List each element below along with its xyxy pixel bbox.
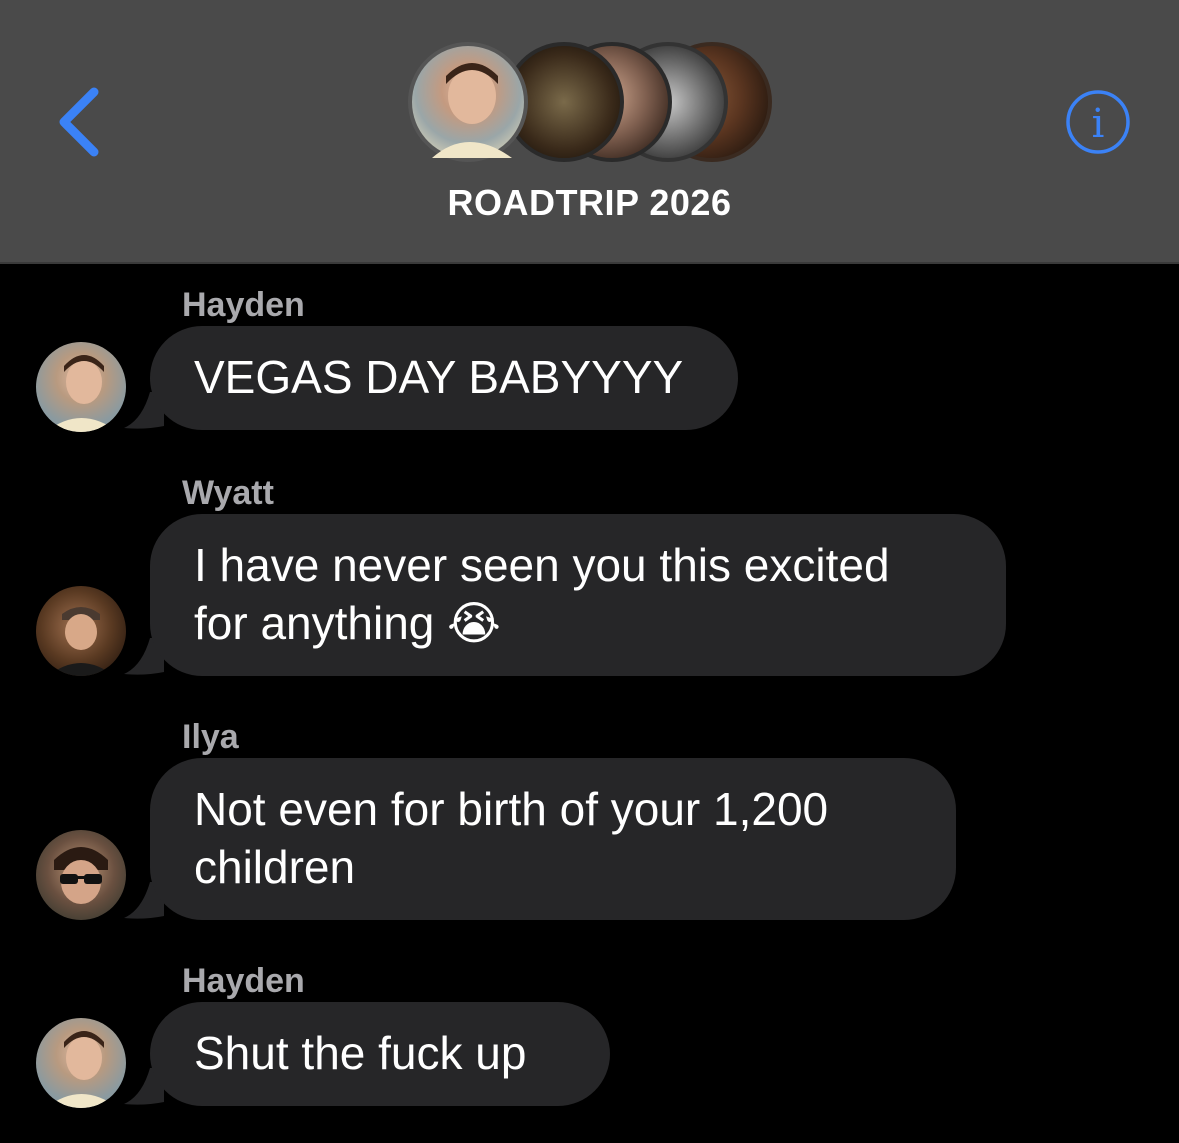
message-text: for anything bbox=[194, 597, 435, 649]
crying-emoji: 😭 bbox=[447, 597, 501, 649]
message-text-line: for anything 😭 bbox=[194, 594, 962, 652]
message-bubble[interactable]: Shut the fuck up bbox=[150, 1002, 610, 1106]
message-bubble[interactable]: I have never seen you this excited for a… bbox=[150, 514, 1006, 676]
sender-name: Ilya bbox=[182, 718, 239, 756]
back-button[interactable] bbox=[52, 82, 112, 162]
sender-name: Hayden bbox=[182, 962, 305, 1000]
message-bubble[interactable]: Not even for birth of your 1,200 childre… bbox=[150, 758, 956, 920]
group-avatar-stack[interactable] bbox=[408, 40, 772, 164]
avatar[interactable] bbox=[36, 1018, 126, 1108]
message-text: Shut the fuck up bbox=[194, 1027, 527, 1079]
message-bubble[interactable]: VEGAS DAY BABYYYY bbox=[150, 326, 738, 430]
svg-text:i: i bbox=[1092, 101, 1105, 147]
group-title[interactable]: ROADTRIP 2026 bbox=[0, 182, 1179, 224]
message-text-line: Not even for birth of your 1,200 bbox=[194, 783, 829, 835]
avatar[interactable] bbox=[36, 342, 126, 432]
avatar[interactable] bbox=[36, 586, 126, 676]
sender-name: Hayden bbox=[182, 286, 305, 324]
sender-name: Wyatt bbox=[182, 474, 274, 512]
message-text: VEGAS DAY BABYYYY bbox=[194, 351, 684, 403]
member-avatar bbox=[408, 42, 528, 162]
message-text-line: I have never seen you this excited bbox=[194, 539, 890, 591]
avatar[interactable] bbox=[36, 830, 126, 920]
message-text-line: children bbox=[194, 841, 356, 893]
info-button[interactable]: i bbox=[1064, 88, 1132, 156]
info-circle-icon: i bbox=[1066, 90, 1130, 154]
chevron-left-icon bbox=[59, 87, 99, 157]
conversation-header: i ROADTRIP 2026 bbox=[0, 0, 1179, 264]
